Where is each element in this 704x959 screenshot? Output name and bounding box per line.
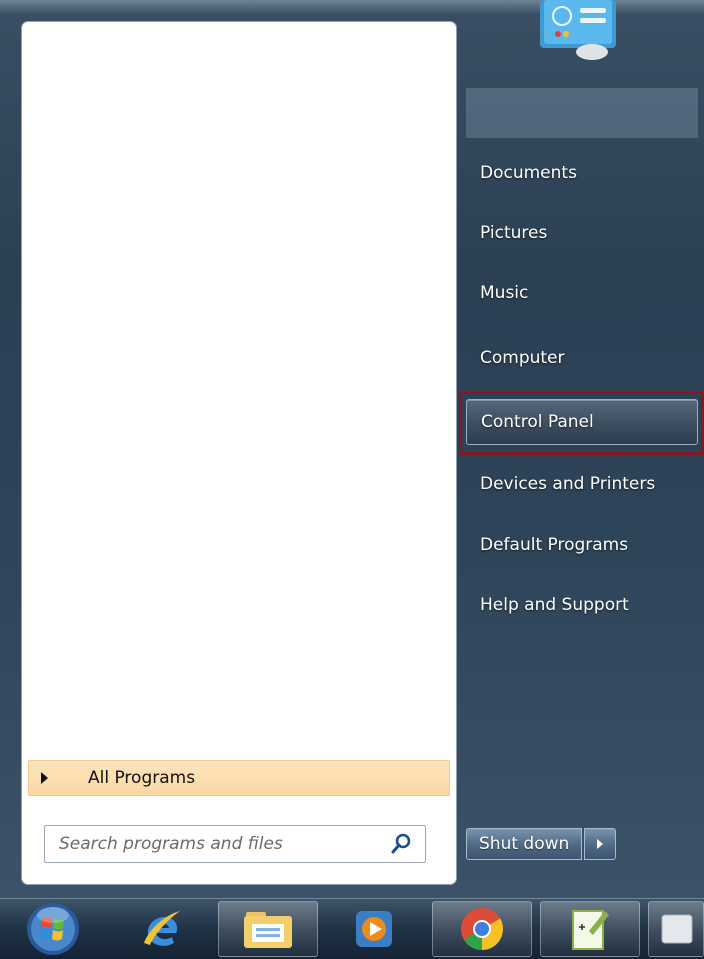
start-menu: All Programs Documents Pictures Music Co… (0, 0, 704, 898)
internet-explorer-icon (144, 911, 180, 946)
all-programs-button[interactable]: All Programs (28, 760, 450, 796)
music-item[interactable]: Music (466, 270, 698, 316)
shutdown-button[interactable]: Shut down (466, 828, 583, 860)
taskbar-notepad-plus-plus[interactable] (540, 901, 640, 957)
search-icon[interactable] (389, 832, 413, 856)
devices-and-printers-item[interactable]: Devices and Printers (466, 461, 698, 507)
chrome-icon (461, 908, 503, 950)
default-programs-label: Default Programs (480, 535, 629, 555)
shutdown-group: Shut down (466, 828, 617, 860)
windows-start-orb-icon (27, 903, 79, 955)
user-picture-icon[interactable] (540, 0, 616, 60)
pictures-item[interactable]: Pictures (466, 210, 698, 256)
default-programs-item[interactable]: Default Programs (466, 522, 698, 568)
file-explorer-icon (244, 912, 292, 948)
taskbar-chrome[interactable] (432, 901, 532, 957)
devices-and-printers-label: Devices and Printers (480, 474, 656, 494)
help-and-support-item[interactable]: Help and Support (466, 582, 698, 628)
search-input[interactable] (57, 828, 389, 860)
shutdown-label: Shut down (479, 834, 570, 854)
taskbar (0, 898, 704, 959)
window-icon (661, 914, 693, 944)
pinned-programs-list (22, 22, 456, 757)
pictures-label: Pictures (480, 223, 548, 243)
help-and-support-label: Help and Support (480, 595, 629, 615)
search-box[interactable] (44, 825, 426, 863)
taskbar-media-player[interactable] (324, 901, 424, 957)
computer-label: Computer (480, 348, 565, 368)
taskbar-internet-explorer[interactable] (112, 901, 212, 957)
left-pane (22, 22, 456, 884)
media-player-icon (356, 911, 392, 947)
expand-arrow-icon (41, 772, 48, 784)
computer-item[interactable]: Computer (466, 335, 698, 381)
taskbar-window[interactable] (648, 901, 704, 957)
shutdown-options-button[interactable] (584, 828, 617, 860)
start-button[interactable] (12, 901, 94, 957)
highlight-annotation-frame (459, 391, 704, 455)
notepad-plus-plus-icon (572, 910, 609, 950)
music-label: Music (480, 283, 529, 303)
user-name-tile[interactable] (466, 88, 698, 138)
all-programs-label: All Programs (88, 768, 196, 788)
documents-item[interactable]: Documents (466, 150, 698, 196)
arrow-right-icon (597, 839, 604, 849)
taskbar-file-explorer[interactable] (218, 901, 318, 957)
documents-label: Documents (480, 163, 577, 183)
